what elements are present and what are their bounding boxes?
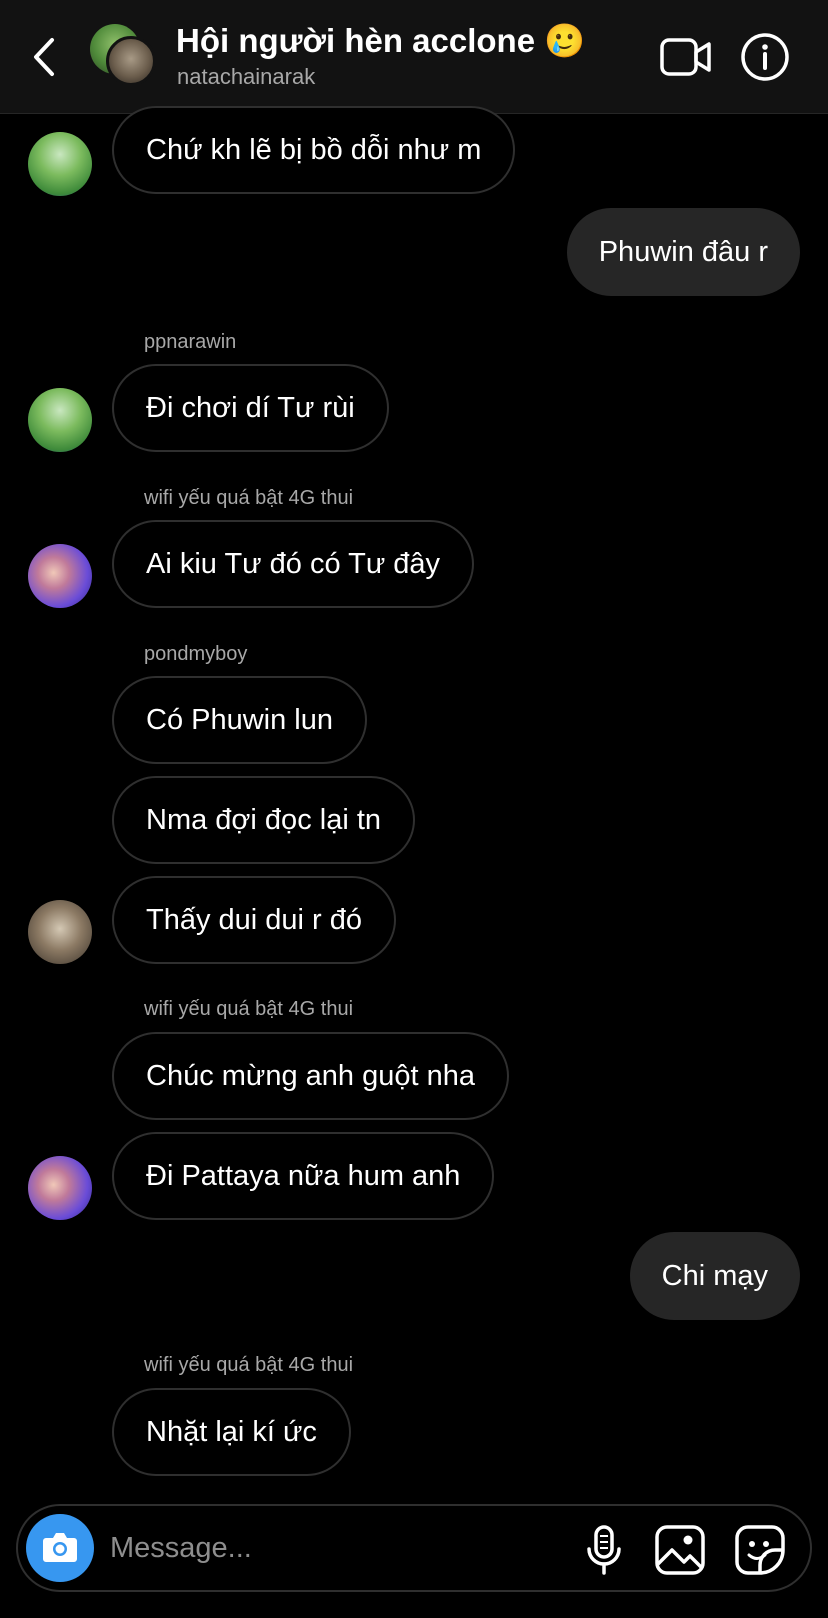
- message-bubble[interactable]: Có Phuwin lun: [112, 676, 367, 764]
- group-avatar-front: [106, 36, 156, 86]
- chevron-left-icon: [34, 38, 54, 76]
- sticker-button[interactable]: [734, 1524, 786, 1576]
- message-bubble[interactable]: Đi chơi dí Tư rùi: [112, 364, 389, 452]
- voice-message-button[interactable]: [578, 1524, 630, 1576]
- back-button[interactable]: [28, 34, 62, 80]
- avatar[interactable]: [28, 900, 92, 964]
- message-bubble[interactable]: Đi Pattaya nữa hum anh: [112, 1132, 495, 1220]
- sender-name: ppnarawin: [144, 331, 237, 353]
- video-call-button[interactable]: [660, 36, 712, 78]
- avatar[interactable]: [28, 544, 92, 608]
- message-composer: [16, 1504, 812, 1592]
- sticker-icon: [735, 1525, 785, 1575]
- chat-subtitle[interactable]: natachainarak: [177, 64, 315, 90]
- avatar[interactable]: [28, 132, 92, 196]
- message-bubble-outgoing[interactable]: Phuwin đâu r: [566, 208, 800, 296]
- message-bubble[interactable]: Ai kiu Tư đó có Tư đây: [112, 520, 475, 608]
- gallery-button[interactable]: [654, 1524, 706, 1576]
- message-bubble-outgoing[interactable]: Chi mạy: [629, 1232, 800, 1320]
- info-button[interactable]: [740, 32, 790, 82]
- message-bubble[interactable]: Chứ kh lẽ bị bồ dỗi như m: [112, 106, 516, 194]
- chat-title[interactable]: Hội người hèn acclone 🥲: [176, 22, 585, 61]
- video-camera-icon: [660, 38, 711, 76]
- chat-header: Hội người hèn acclone 🥲 natachainarak: [0, 0, 828, 114]
- avatar[interactable]: [28, 388, 92, 452]
- avatar[interactable]: [28, 1156, 92, 1220]
- message-bubble[interactable]: Chúc mừng anh guột nha: [112, 1032, 509, 1120]
- sender-name: wifi yếu quá bật 4G thui: [144, 487, 354, 509]
- sender-name: wifi yếu quá bật 4G thui: [144, 998, 354, 1020]
- microphone-icon: [587, 1525, 621, 1575]
- camera-button[interactable]: [26, 1514, 94, 1582]
- sender-name: wifi yếu quá bật 4G thui: [144, 1354, 354, 1376]
- camera-icon: [43, 1533, 77, 1562]
- info-icon: [741, 33, 789, 81]
- message-input[interactable]: [110, 1520, 540, 1576]
- group-avatar[interactable]: [90, 24, 160, 94]
- message-bubble[interactable]: Nma đợi đọc lại tn: [112, 776, 416, 864]
- message-bubble[interactable]: Thấy dui dui r đó: [112, 876, 397, 964]
- image-icon: [655, 1525, 705, 1575]
- message-bubble[interactable]: Nhặt lại kí ức: [112, 1388, 351, 1476]
- sender-name: pondmyboy: [144, 643, 248, 665]
